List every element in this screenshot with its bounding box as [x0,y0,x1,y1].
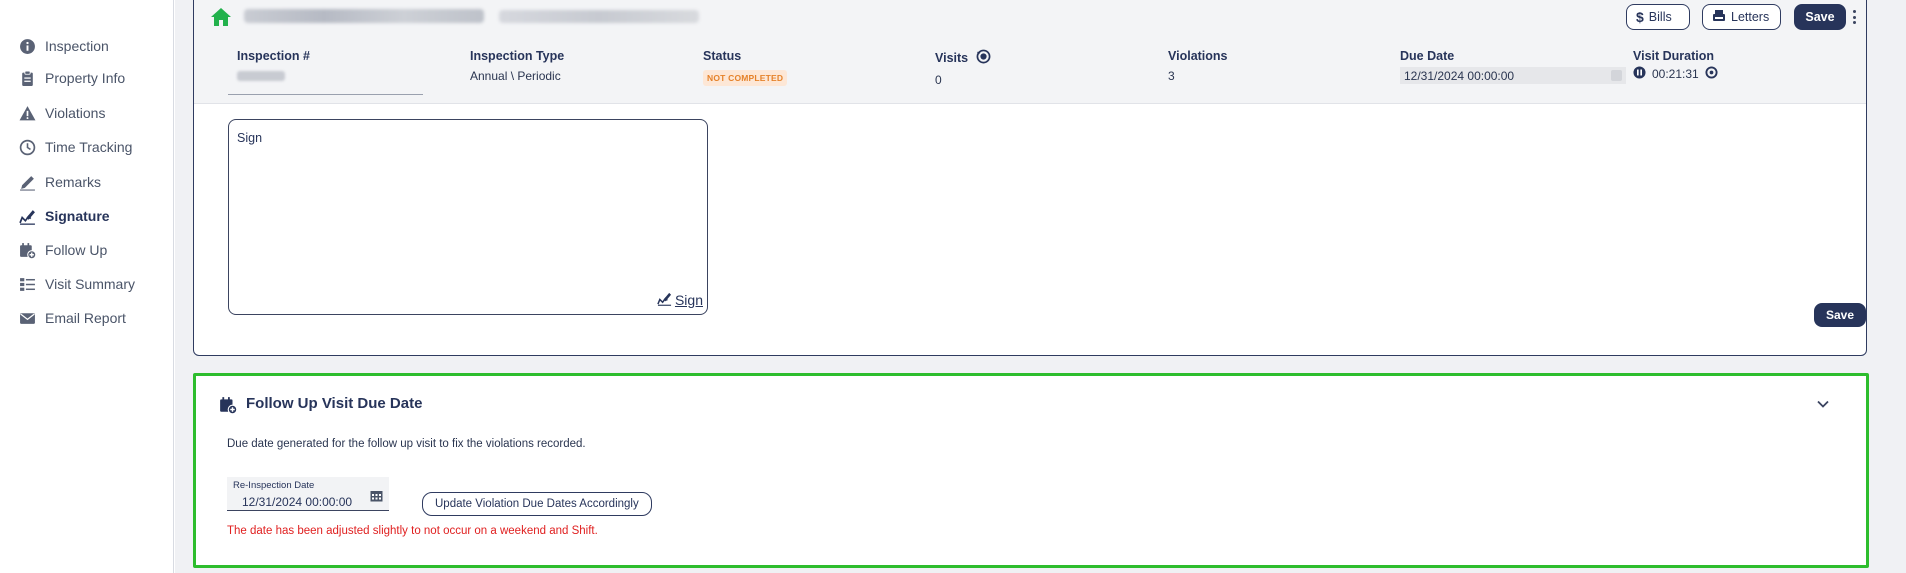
sidebar: Inspection Property Info Violations Time… [0,0,174,573]
sidebar-item-time-tracking[interactable]: Time Tracking [18,135,132,159]
info-icon [18,37,36,55]
date-adjusted-warning: The date has been adjusted slightly to n… [227,525,598,537]
signature-card: $ Bills Letters Save Inspection # Inspec… [193,0,1867,356]
calendar-icon[interactable] [1611,70,1622,81]
sidebar-item-label: Property Info [45,70,126,86]
sidebar-item-property-info[interactable]: Property Info [18,66,125,90]
status-field: Status NOT COMPLETED [703,49,788,86]
signature-icon [18,207,36,225]
sidebar-item-follow-up[interactable]: Follow Up [18,238,107,262]
signature-icon [657,291,672,309]
follow-up-description: Due date generated for the follow up vis… [227,438,586,450]
due-date-field: Due Date 12/31/2024 00:00:00 [1400,49,1626,84]
sidebar-item-label: Signature [45,208,110,224]
sign-link[interactable]: Sign [657,291,703,309]
sidebar-item-email-report[interactable]: Email Report [18,306,126,330]
calendar-plus-icon [18,241,36,259]
inspection-header: $ Bills Letters Save Inspection # Inspec… [194,0,1866,104]
clipboard-icon [18,69,36,87]
calendar-icon[interactable] [370,489,383,502]
visits-field: Visits 0 [935,49,991,87]
pause-icon[interactable] [1633,66,1646,82]
chevron-down-icon[interactable] [1816,397,1830,411]
history-icon[interactable] [976,49,991,67]
update-violation-due-dates-button[interactable]: Update Violation Due Dates Accordingly [422,492,652,516]
main-content: $ Bills Letters Save Inspection # Inspec… [175,0,1906,573]
home-icon[interactable] [210,7,232,27]
pencil-icon [18,173,36,191]
list-icon [18,275,36,293]
envelope-icon [18,309,36,327]
dollar-icon: $ [1636,9,1644,25]
follow-up-card: Follow Up Visit Due Date Due date genera… [193,373,1869,568]
signature-pad[interactable]: Sign Sign [228,119,708,315]
reset-timer-icon[interactable] [1705,66,1718,82]
reinspection-date-field[interactable]: Re-Inspection Date 12/31/2024 00:00:00 [227,477,389,511]
sidebar-item-label: Follow Up [45,242,108,258]
clock-icon [18,138,36,156]
status-badge: NOT COMPLETED [703,70,788,86]
calendar-plus-icon [218,396,238,415]
inspection-type-field: Inspection Type Annual \ Periodic [470,49,565,83]
follow-up-title: Follow Up Visit Due Date [246,395,423,412]
sidebar-item-label: Inspection [45,38,109,54]
sidebar-item-label: Remarks [45,174,102,190]
sidebar-item-label: Email Report [45,310,126,326]
sidebar-item-visit-summary[interactable]: Visit Summary [18,272,135,296]
visit-duration-field: Visit Duration 00:21:31 [1633,49,1718,82]
sidebar-item-label: Time Tracking [45,139,133,155]
save-button[interactable]: Save [1794,4,1846,30]
inspection-number-redacted [237,71,285,81]
property-name-redacted [244,9,484,23]
sidebar-item-remarks[interactable]: Remarks [18,170,101,194]
violations-field: Violations 3 [1168,49,1228,83]
sidebar-item-label: Violations [45,105,106,121]
more-options-icon[interactable] [1849,7,1859,27]
sidebar-item-label: Visit Summary [45,276,135,292]
divider [228,94,423,95]
due-date-input[interactable]: 12/31/2024 00:00:00 [1400,67,1626,84]
property-address-redacted [499,10,699,23]
save-signature-button[interactable]: Save [1814,303,1866,327]
inspection-number-field: Inspection # [237,49,310,81]
warning-icon [18,104,36,122]
fax-icon [1712,9,1726,26]
sidebar-item-violations[interactable]: Violations [18,101,105,125]
sidebar-item-signature[interactable]: Signature [18,204,110,228]
bills-button[interactable]: $ Bills [1626,4,1690,30]
letters-button[interactable]: Letters [1702,4,1781,30]
sidebar-item-inspection[interactable]: Inspection [18,34,109,58]
